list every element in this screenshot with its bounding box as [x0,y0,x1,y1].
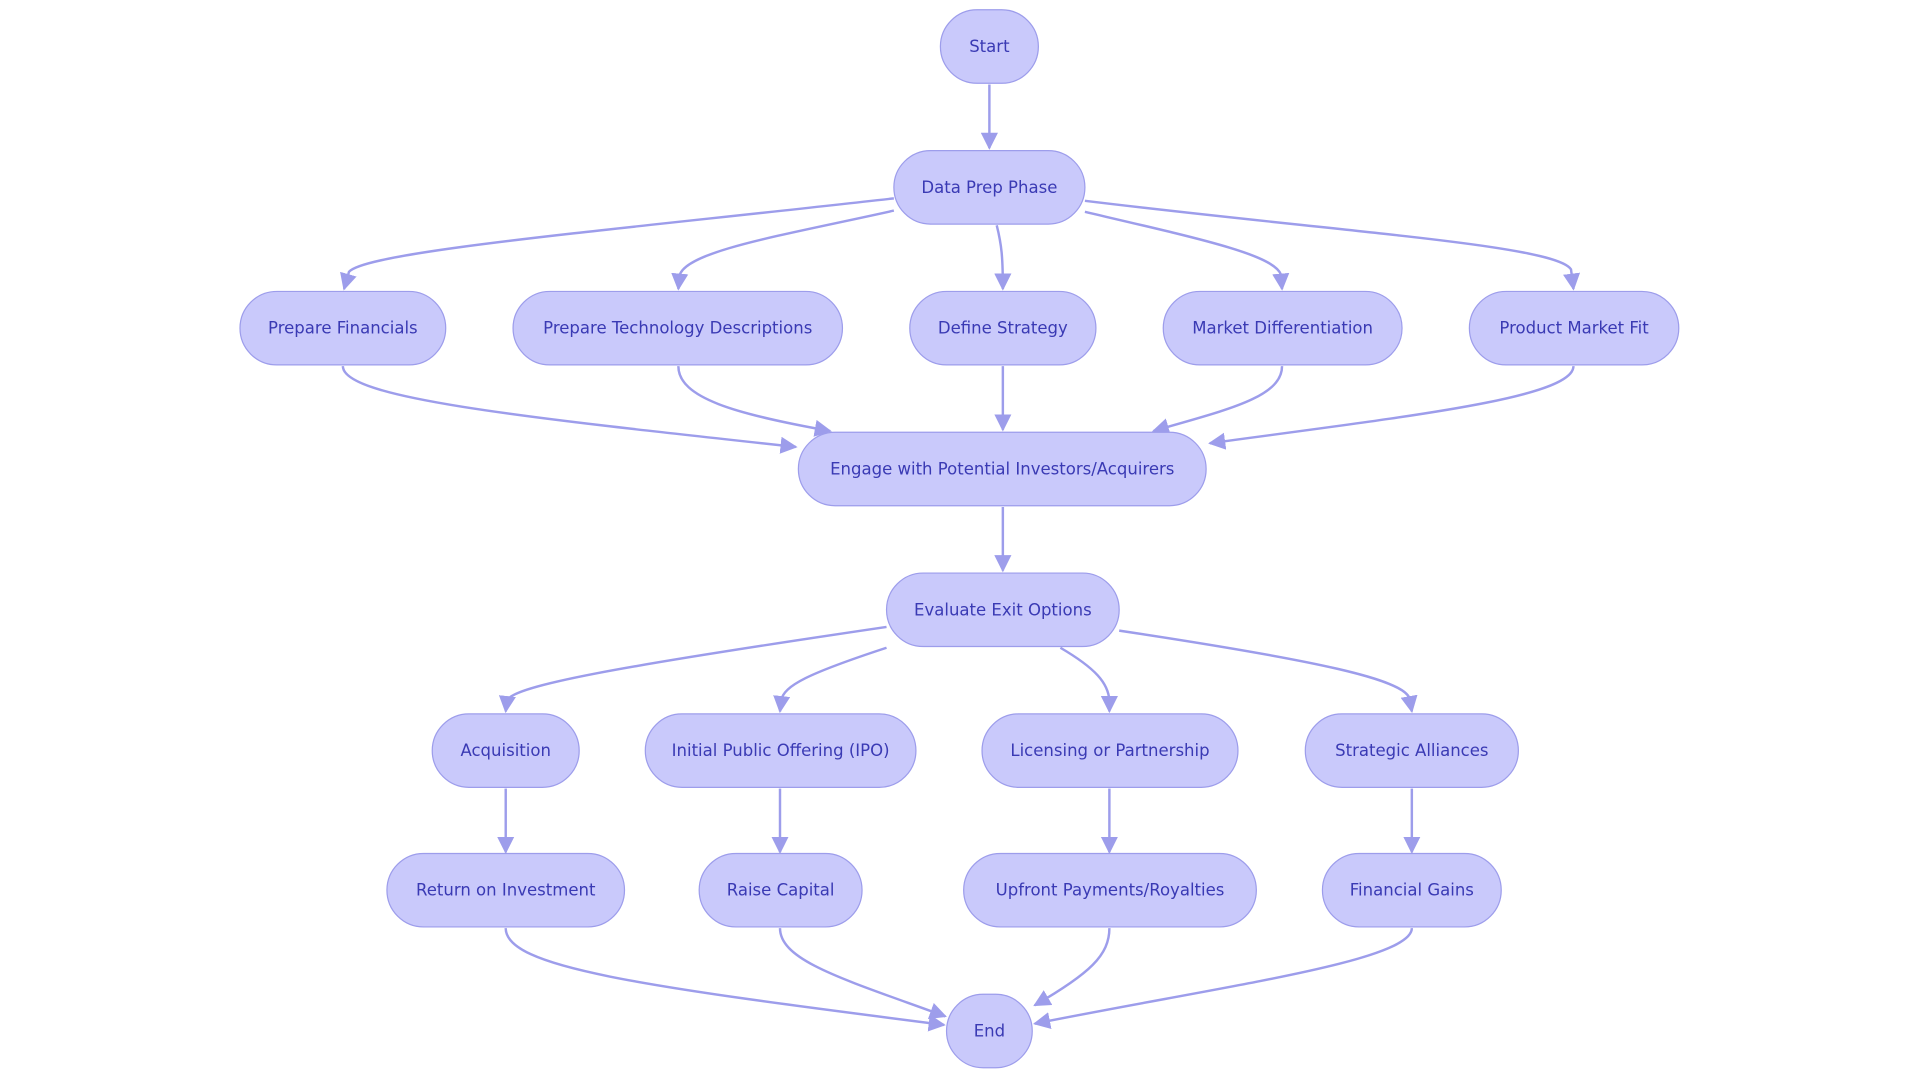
node-label: Upfront Payments/Royalties [996,881,1225,900]
node-label: Engage with Potential Investors/Acquirer… [830,459,1174,478]
node-label: Start [969,37,1010,56]
edge-evaluate-to-acq [498,625,887,714]
node-label: End [974,1022,1005,1041]
node-label: Strategic Alliances [1335,741,1488,760]
node-marketdiff: Market Differentiation [1162,290,1403,366]
node-evaluate: Evaluate Exit Options [885,572,1120,648]
node-label: Initial Public Offering (IPO) [672,741,890,760]
edge-evaluate-to-ipo [773,646,887,714]
edge-roi-to-end [504,928,946,1032]
node-label: Evaluate Exit Options [914,600,1092,619]
edge-dataprep-to-pmf [1084,199,1581,291]
node-label: Data Prep Phase [921,178,1057,197]
node-engage: Engage with Potential Investors/Acquirer… [797,431,1207,507]
node-acq: Acquisition [431,713,580,788]
node-end: End [945,993,1033,1069]
node-label: Define Strategy [938,319,1068,338]
node-sa: Strategic Alliances [1304,713,1519,788]
node-dataprep: Data Prep Phase [893,150,1086,225]
node-label: Prepare Financials [268,319,418,338]
node-preptech: Prepare Technology Descriptions [512,290,844,366]
edge-fin-to-end [1033,927,1414,1030]
edge-raise-to-end [778,928,947,1020]
node-label: Raise Capital [727,881,835,900]
node-label: Acquisition [460,741,550,760]
node-label: Market Differentiation [1192,319,1373,338]
node-pmf: Product Market Fit [1468,290,1680,366]
node-defstrat: Define Strategy [909,290,1097,366]
node-label: Prepare Technology Descriptions [543,319,812,338]
node-label: Return on Investment [416,881,596,900]
edge-pmf-to-engage [1208,365,1575,450]
edge-upfront-to-end [1033,928,1111,1007]
node-label: Financial Gains [1350,881,1474,900]
edge-dataprep-to-marketdiff [1084,210,1290,291]
node-lic: Licensing or Partnership [981,713,1239,788]
node-ipo: Initial Public Offering (IPO) [644,713,917,788]
edge-evaluate-to-lic [1059,646,1118,714]
edge-dataprep-to-defstrat [994,225,1012,291]
edge-evaluate-to-sa [1119,629,1418,714]
edge-preptech-to-engage [677,366,832,437]
node-label: Product Market Fit [1499,319,1649,338]
node-fin: Financial Gains [1321,852,1502,928]
flowchart: Start Data Prep Phase Prepare Financials Pr… [239,9,1680,1069]
edge-dataprep-to-preptech [671,209,895,291]
edge-marketdiff-to-engage [1151,366,1284,435]
node-start: Start [939,9,1039,84]
node-raise: Raise Capital [698,852,863,928]
edge-dataprep-to-prepfin [340,197,895,291]
node-label: Licensing or Partnership [1010,741,1209,760]
node-roi: Return on Investment [386,852,626,928]
node-upfront: Upfront Payments/Royalties [963,852,1257,928]
node-prepfin: Prepare Financials [239,290,447,366]
